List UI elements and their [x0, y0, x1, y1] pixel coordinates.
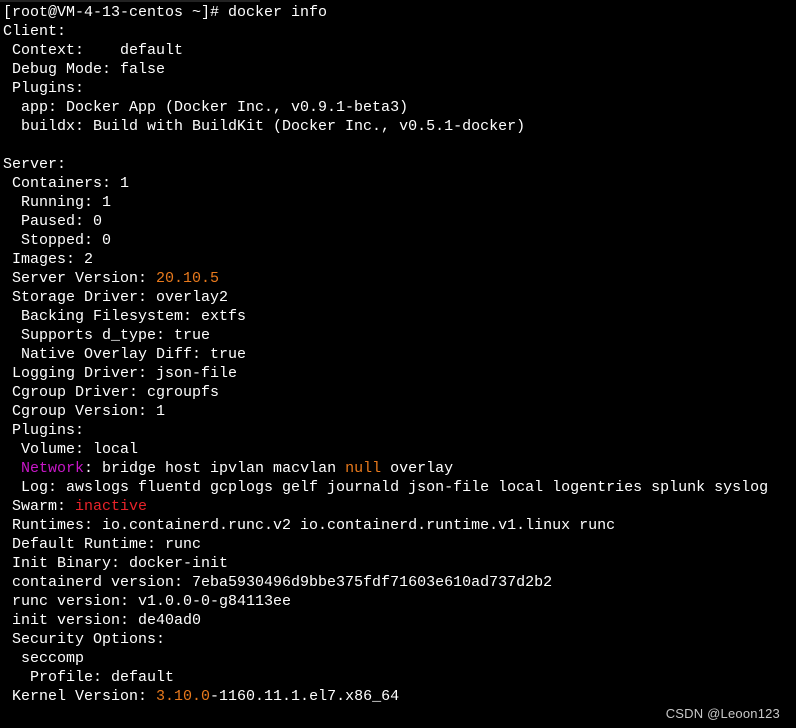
scrolled-line-edge — [0, 0, 260, 2]
output-line: seccomp — [3, 649, 768, 668]
output-line: Client: — [3, 22, 768, 41]
line-text: Containers: 1 — [3, 175, 130, 192]
line-text — [3, 460, 21, 477]
output-line: runc version: v1.0.0-0-g84113ee — [3, 592, 768, 611]
output-line: Network: bridge host ipvlan macvlan null… — [3, 459, 768, 478]
line-text: Stopped: 0 — [3, 232, 112, 249]
output-line: Running: 1 — [3, 193, 768, 212]
line-text: Debug Mode: false — [3, 61, 166, 78]
output-line: init version: de40ad0 — [3, 611, 768, 630]
line-text: : bridge host ipvlan macvlan — [84, 460, 346, 477]
output-line: Stopped: 0 — [3, 231, 768, 250]
line-text: Logging Driver: json-file — [3, 365, 238, 382]
terminal-output: [root@VM-4-13-centos ~]# docker info Clie… — [3, 3, 768, 706]
terminal-window[interactable]: [root@VM-4-13-centos ~]# docker info Clie… — [0, 0, 796, 728]
output-line: Init Binary: docker-init — [3, 554, 768, 573]
line-text: Storage Driver: overlay2 — [3, 289, 229, 306]
line-text: Paused: 0 — [3, 213, 103, 230]
command-line: [root@VM-4-13-centos ~]# docker info — [3, 3, 768, 22]
output-line: Native Overlay Diff: true — [3, 345, 768, 364]
output-line: Security Options: — [3, 630, 768, 649]
line-text: buildx: Build with BuildKit (Docker Inc.… — [3, 118, 526, 135]
output-line: Runtimes: io.containerd.runc.v2 io.conta… — [3, 516, 768, 535]
highlighted-text: 3.10.0 — [156, 688, 211, 705]
line-text: -1160.11.1.el7.x86_64 — [210, 688, 400, 705]
line-text: Kernel Version: — [3, 688, 157, 705]
line-text: Backing Filesystem: extfs — [3, 308, 247, 325]
line-text: Security Options: — [3, 631, 166, 648]
output-line: Images: 2 — [3, 250, 768, 269]
output-line: Context: default — [3, 41, 768, 60]
line-text: [root@VM-4-13-centos ~]# docker info — [3, 4, 328, 21]
line-text: init version: de40ad0 — [3, 612, 202, 629]
output-line: app: Docker App (Docker Inc., v0.9.1-bet… — [3, 98, 768, 117]
output-line: Profile: default — [3, 668, 768, 687]
line-text: Native Overlay Diff: true — [3, 346, 247, 363]
line-text: app: Docker App (Docker Inc., v0.9.1-bet… — [3, 99, 409, 116]
output-line: Default Runtime: runc — [3, 535, 768, 554]
highlighted-text: inactive — [75, 498, 148, 515]
output-line: Supports d_type: true — [3, 326, 768, 345]
output-line: Server: — [3, 155, 768, 174]
output-line: Plugins: — [3, 421, 768, 440]
watermark: CSDN @Leoon123 — [665, 706, 780, 721]
output-line: Volume: local — [3, 440, 768, 459]
line-text: Profile: default — [3, 669, 175, 686]
output-line: Containers: 1 — [3, 174, 768, 193]
line-text: Supports d_type: true — [3, 327, 211, 344]
output-line: containerd version: 7eba5930496d9bbe375f… — [3, 573, 768, 592]
output-line: buildx: Build with BuildKit (Docker Inc.… — [3, 117, 768, 136]
line-text: Client: — [3, 23, 67, 40]
line-text: Volume: local — [3, 441, 139, 458]
line-text: Server: — [3, 156, 67, 173]
highlighted-text: Network — [21, 460, 85, 477]
highlighted-text: null — [345, 460, 382, 477]
line-text: Context: default — [3, 42, 184, 59]
line-text: Running: 1 — [3, 194, 112, 211]
line-text: Swarm: — [3, 498, 76, 515]
output-line: Server Version: 20.10.5 — [3, 269, 768, 288]
highlighted-text: 20.10.5 — [156, 270, 220, 287]
output-line: Debug Mode: false — [3, 60, 768, 79]
line-text: runc version: v1.0.0-0-g84113ee — [3, 593, 292, 610]
output-line: Swarm: inactive — [3, 497, 768, 516]
output-line: Log: awslogs fluentd gcplogs gelf journa… — [3, 478, 768, 497]
line-text: Plugins: — [3, 80, 85, 97]
line-text: overlay — [381, 460, 454, 477]
output-line: Paused: 0 — [3, 212, 768, 231]
output-line: Cgroup Driver: cgroupfs — [3, 383, 768, 402]
output-line: Storage Driver: overlay2 — [3, 288, 768, 307]
output-line: Plugins: — [3, 79, 768, 98]
line-text: Images: 2 — [3, 251, 94, 268]
line-text: Cgroup Version: 1 — [3, 403, 166, 420]
line-text: Init Binary: docker-init — [3, 555, 229, 572]
output-line: Kernel Version: 3.10.0-1160.11.1.el7.x86… — [3, 687, 768, 706]
output-line: Logging Driver: json-file — [3, 364, 768, 383]
line-text: Cgroup Driver: cgroupfs — [3, 384, 220, 401]
line-text: Default Runtime: runc — [3, 536, 202, 553]
output-line: Backing Filesystem: extfs — [3, 307, 768, 326]
line-text: Server Version: — [3, 270, 157, 287]
line-text: containerd version: 7eba5930496d9bbe375f… — [3, 574, 553, 591]
line-text: Plugins: — [3, 422, 85, 439]
line-text: Runtimes: io.containerd.runc.v2 io.conta… — [3, 517, 616, 534]
output-line: Cgroup Version: 1 — [3, 402, 768, 421]
line-text: seccomp — [3, 650, 85, 667]
line-text: Log: awslogs fluentd gcplogs gelf journa… — [3, 479, 769, 496]
